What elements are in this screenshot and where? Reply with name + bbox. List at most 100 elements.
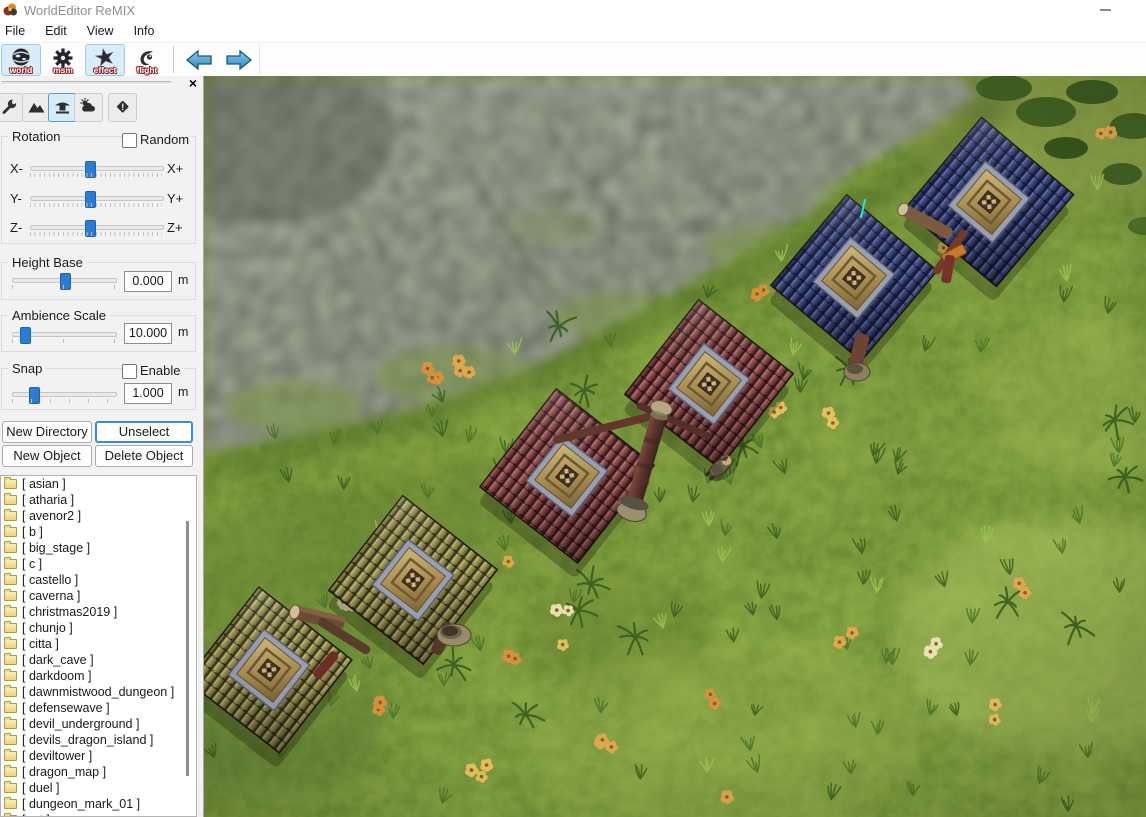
vignette xyxy=(204,76,1146,817)
ambience-scale-value[interactable]: 10.000 xyxy=(124,323,172,344)
snap-enable-checkbox[interactable] xyxy=(122,364,137,379)
directory-item[interactable]: [ dragon_map ] xyxy=(1,764,196,780)
height-base-slider[interactable] xyxy=(12,273,117,290)
snap-value[interactable]: 1.000 xyxy=(124,383,172,404)
directory-item-label: [ devil_underground ] xyxy=(22,717,140,731)
directory-item-label: [ chunjo ] xyxy=(22,621,73,635)
height-base-value[interactable]: 0.000 xyxy=(124,271,172,292)
directory-item[interactable]: [ darkdoom ] xyxy=(1,668,196,684)
directory-item[interactable]: [ atharia ] xyxy=(1,492,196,508)
directory-item[interactable]: [ e.t ] xyxy=(1,812,196,816)
directory-item-label: [ asian ] xyxy=(22,477,66,491)
folder-icon xyxy=(4,765,17,777)
snap-group: Snap Enable 1.000 m xyxy=(1,361,196,410)
directory-item[interactable]: [ chunjo ] xyxy=(1,620,196,636)
world-viewport[interactable] xyxy=(204,76,1146,817)
object-panel: × ! Rotation Random X- X+ Y- Y+ Z- Z+ Height … xyxy=(0,76,204,817)
folder-icon xyxy=(4,525,17,537)
snap-slider[interactable] xyxy=(12,387,117,404)
rotation-z-ticks xyxy=(30,232,162,236)
height-base-label: Height Base xyxy=(8,255,87,270)
ambience-scale-ticks xyxy=(12,339,115,343)
folder-icon xyxy=(4,509,17,521)
toolbar-world-button[interactable]: world xyxy=(1,43,41,76)
window-title: WorldEditor ReMIX xyxy=(24,3,136,18)
directory-list[interactable]: [ asian ] [ atharia ] [ avenor2 ] [ b ] [ bi… xyxy=(0,475,197,817)
folder-icon xyxy=(4,541,17,553)
weather-icon xyxy=(79,97,98,119)
directory-item[interactable]: [ citta ] xyxy=(1,636,196,652)
directory-item[interactable]: [ defensewave ] xyxy=(1,700,196,716)
snap-unit: m xyxy=(178,385,189,399)
rotation-z-min-label: Z- xyxy=(10,220,23,235)
directory-item[interactable]: [ dungeon_mark_01 ] xyxy=(1,796,196,812)
tool-warning-button[interactable]: ! xyxy=(108,93,137,122)
directory-item[interactable]: [ c ] xyxy=(1,556,196,572)
rotation-label: Rotation xyxy=(8,129,65,144)
directory-item[interactable]: [ big_stage ] xyxy=(1,540,196,556)
tool-wrench-button[interactable] xyxy=(0,93,23,122)
directory-item[interactable]: [ dark_cave ] xyxy=(1,652,196,668)
close-panel-button[interactable]: × xyxy=(185,76,201,91)
menu-edit[interactable]: Edit xyxy=(35,21,77,41)
ambience-scale-slider[interactable] xyxy=(12,327,117,344)
toolbar-flight-button[interactable]: flight xyxy=(127,44,167,76)
random-checkbox[interactable] xyxy=(122,133,137,148)
directory-item[interactable]: [ devil_underground ] xyxy=(1,716,196,732)
nav-forward-button[interactable] xyxy=(221,46,257,74)
rotation-z-slider[interactable] xyxy=(30,220,164,237)
unselect-button[interactable]: Unselect xyxy=(95,421,193,443)
rotation-y-slider[interactable] xyxy=(30,191,164,208)
rotation-x-slider[interactable] xyxy=(30,161,164,178)
toolbar-effect-button[interactable]: effect xyxy=(85,43,125,76)
directory-item[interactable]: [ devils_dragon_island ] xyxy=(1,732,196,748)
rotation-x-max-label: X+ xyxy=(167,161,184,176)
title-bar: WorldEditor ReMIX xyxy=(0,0,1146,20)
folder-icon xyxy=(4,493,17,505)
directory-item-label: [ dungeon_mark_01 ] xyxy=(22,797,141,811)
directory-item-label: [ dark_cave ] xyxy=(22,653,94,667)
warning-icon: ! xyxy=(113,97,132,119)
rotation-x-min-label: X- xyxy=(10,161,23,176)
directory-item[interactable]: [ christmas2019 ] xyxy=(1,604,196,620)
rotation-z-max-label: Z+ xyxy=(167,220,183,235)
directory-item[interactable]: [ avenor2 ] xyxy=(1,508,196,524)
directory-item-label: [ christmas2019 ] xyxy=(22,605,118,619)
new-directory-button[interactable]: New Directory xyxy=(2,421,92,443)
toolbar-msm-button[interactable]: msm xyxy=(43,44,83,76)
rotation-y-ticks xyxy=(30,203,162,207)
directory-list-scrollbar[interactable] xyxy=(186,521,189,776)
folder-icon xyxy=(4,605,17,617)
tool-weather-button[interactable] xyxy=(74,93,103,122)
folder-icon xyxy=(4,733,17,745)
menu-view[interactable]: View xyxy=(77,21,124,41)
nav-back-button[interactable] xyxy=(181,46,217,74)
directory-item[interactable]: [ b ] xyxy=(1,524,196,540)
directory-item-label: [ b ] xyxy=(22,525,43,539)
directory-item-label: [ dragon_map ] xyxy=(22,765,107,779)
directory-item-label: [ citta ] xyxy=(22,637,59,651)
wrench-icon xyxy=(0,97,18,119)
menu-file[interactable]: File xyxy=(0,21,35,41)
directory-item[interactable]: [ duel ] xyxy=(1,780,196,796)
height-base-ticks xyxy=(12,285,115,289)
rotation-y-min-label: Y- xyxy=(10,191,22,206)
directory-item-label: [ dawnmistwood_dungeon ] xyxy=(22,685,175,699)
new-object-button[interactable]: New Object xyxy=(2,445,92,467)
directory-item[interactable]: [ dawnmistwood_dungeon ] xyxy=(1,684,196,700)
directory-item[interactable]: [ asian ] xyxy=(1,476,196,492)
tool-structures-button[interactable] xyxy=(48,93,77,122)
folder-icon xyxy=(4,781,17,793)
toolbar-button-label: world xyxy=(9,64,33,75)
menu-info[interactable]: Info xyxy=(124,21,165,41)
folder-icon xyxy=(4,477,17,489)
directory-item[interactable]: [ caverna ] xyxy=(1,588,196,604)
panel-grip[interactable] xyxy=(2,81,171,85)
ambience-scale-unit: m xyxy=(178,325,189,339)
rotation-x-ticks xyxy=(30,173,162,177)
directory-item[interactable]: [ deviltower ] xyxy=(1,748,196,764)
tool-mountains-button[interactable] xyxy=(22,93,51,122)
minimize-button[interactable] xyxy=(1100,9,1111,11)
directory-item[interactable]: [ castello ] xyxy=(1,572,196,588)
delete-object-button[interactable]: Delete Object xyxy=(95,445,193,467)
